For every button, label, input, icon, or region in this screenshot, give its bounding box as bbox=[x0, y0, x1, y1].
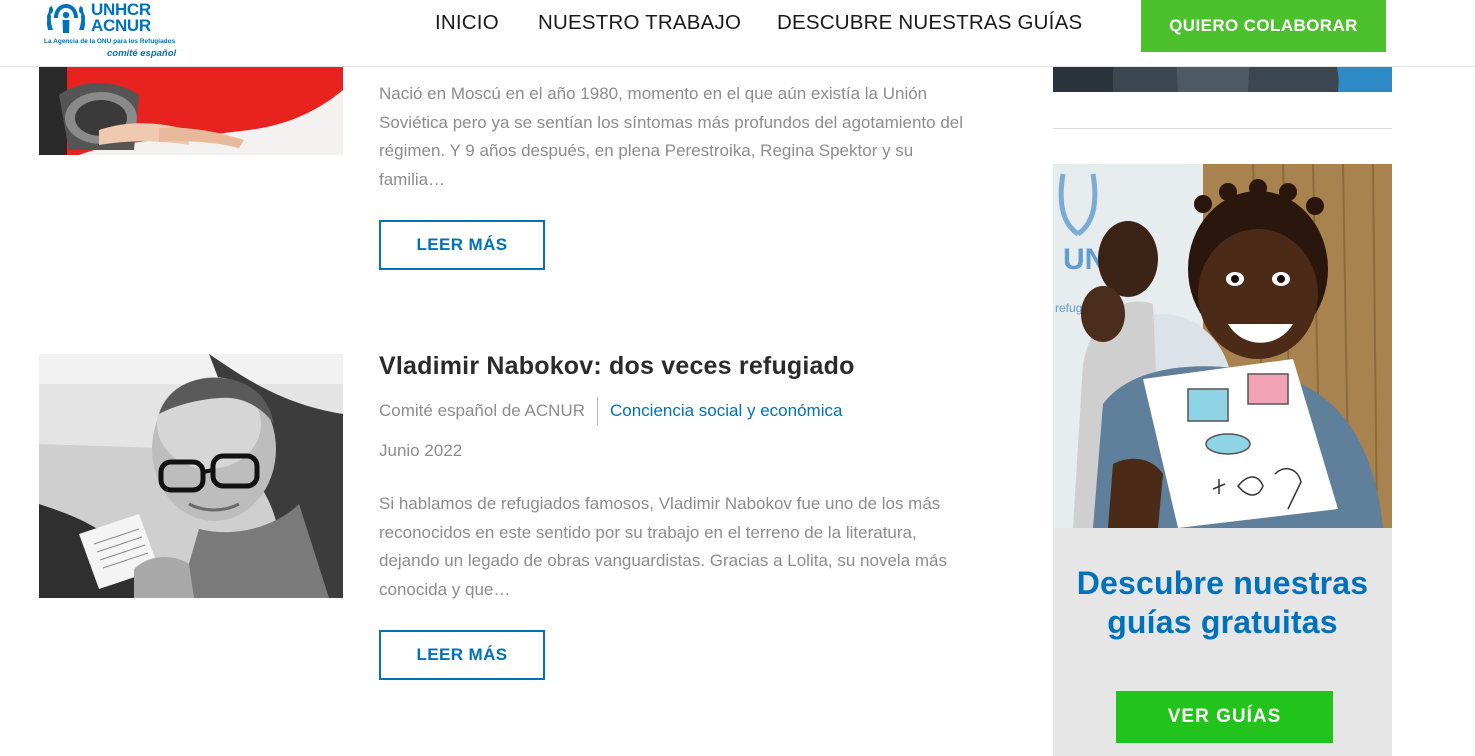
meta-divider bbox=[596, 397, 598, 425]
article-date: Junio 2022 bbox=[379, 441, 463, 460]
article-author: Comité español de ACNUR bbox=[379, 401, 585, 420]
sidebar-divider bbox=[1053, 128, 1392, 129]
site-header: UNHCR ACNUR La Agencia de la ONU para lo… bbox=[0, 0, 1475, 67]
nav-link-descubre-guias[interactable]: DESCUBRE NUESTRAS GUÍAS bbox=[777, 11, 1082, 35]
nabokov-bw-photo bbox=[39, 354, 343, 598]
quiero-colaborar-button[interactable]: QUIERO COLABORAR bbox=[1141, 0, 1386, 52]
guides-banner[interactable]: UN refugee Descubre nuestras guías gratu… bbox=[1053, 164, 1392, 756]
article-category-link[interactable]: Conciencia social y económica bbox=[610, 401, 842, 421]
unhcr-logo[interactable]: UNHCR ACNUR La Agencia de la ONU para lo… bbox=[44, 0, 177, 62]
unhcr-emblem-icon bbox=[47, 4, 85, 33]
logo-acnur-text: ACNUR bbox=[91, 16, 151, 35]
article-title[interactable]: Vladimir Nabokov: dos veces refugiado bbox=[379, 352, 855, 381]
nav-link-inicio[interactable]: INICIO bbox=[435, 11, 499, 35]
article-thumbnail-nabokov[interactable] bbox=[39, 354, 343, 598]
logo-tagline: La Agencia de la ONU para los Refugiados bbox=[44, 38, 176, 45]
article-excerpt: Nació en Moscú en el año 1980, momento e… bbox=[379, 84, 964, 190]
leer-mas-button[interactable]: LEER MÁS bbox=[379, 630, 545, 680]
guides-headline: Descubre nuestras guías gratuitas bbox=[1076, 565, 1369, 640]
article-excerpt: Si hablamos de refugiados famosos, Vladi… bbox=[379, 494, 947, 600]
nav-link-nuestro-trabajo[interactable]: NUESTRO TRABAJO bbox=[538, 11, 741, 35]
article-meta: Comité español de ACNUR Conciencia socia… bbox=[379, 396, 842, 426]
leer-mas-button[interactable]: LEER MÁS bbox=[379, 220, 545, 270]
smiling-child-with-drawing-photo: UN refugee bbox=[1053, 164, 1392, 528]
logo-subtitle: comité español bbox=[107, 48, 177, 59]
ver-guias-button[interactable]: VER GUÍAS bbox=[1116, 691, 1333, 743]
